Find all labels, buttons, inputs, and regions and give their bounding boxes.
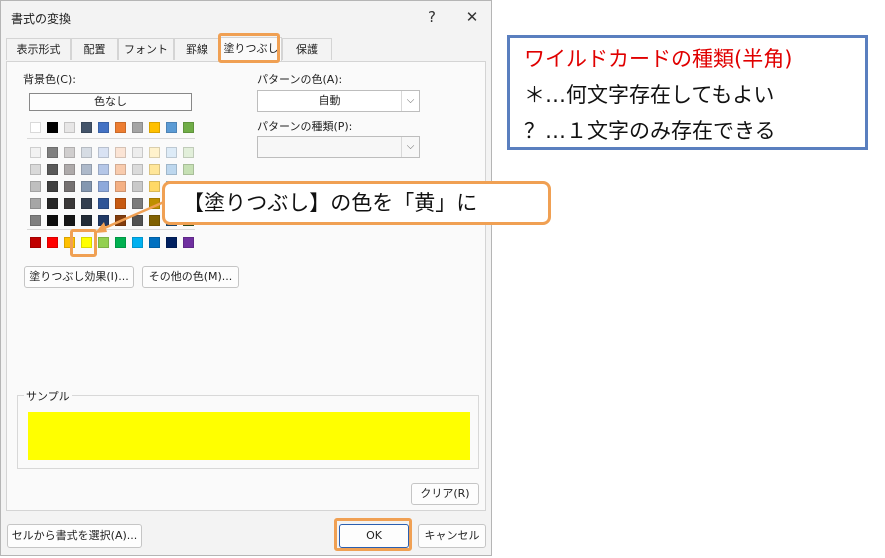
info-line-question: ？…１文字のみ存在できる — [524, 119, 776, 143]
wildcard-info-box: ワイルドカードの種類(半角) ＊…何文字存在してもよい ？…１文字のみ存在できる — [507, 35, 868, 150]
info-line-asterisk: ＊…何文字存在してもよい — [524, 83, 775, 107]
info-title: ワイルドカードの種類(半角) — [524, 47, 793, 71]
callout-label: 【塗りつぶし】の色を「黄」に — [162, 181, 551, 225]
